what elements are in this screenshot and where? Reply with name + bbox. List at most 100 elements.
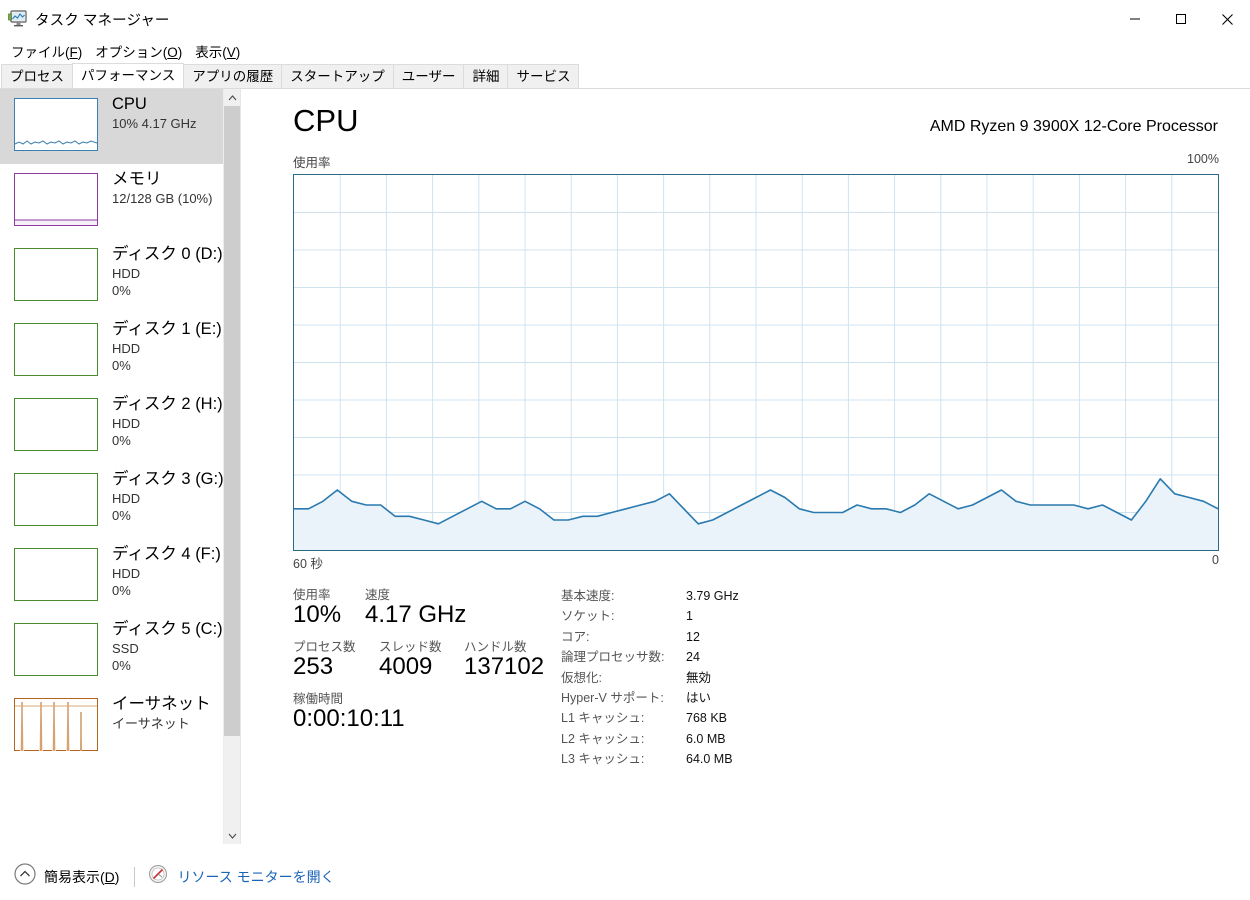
tab-users[interactable]: ユーザー [392,64,465,88]
fewer-details-label: 簡易表示(D) [44,867,119,887]
sidebar-disk-3-line1: HDD [112,490,141,506]
sidebar-item-disk-1[interactable]: ディスク 1 (E:) HDD 0% [0,314,240,389]
menu-view-post: ) [235,45,241,60]
sidebar-item-disk-2[interactable]: ディスク 2 (H:) HDD 0% [0,389,240,464]
sidebar-item-disk-4[interactable]: ディスク 4 (F:) HDD 0% [0,539,240,614]
tab-app-history[interactable]: アプリの履歴 [183,64,283,88]
memory-mini-graph [14,173,98,226]
detail-base-speed-key: 基本速度: [561,589,615,603]
tab-details[interactable]: 詳細 [463,64,509,88]
resource-sidebar: CPU 10% 4.17 GHz メモリ 12/128 GB (10%) ディス… [0,89,241,844]
open-resource-monitor-link[interactable]: リソース モニターを開く [148,864,335,889]
detail-logical-processors-key: 論理プロセッサ数: [561,650,665,665]
stat-row-3: 稼働時間 0:00:10:11 [293,688,561,733]
chart-time-start: 60 秒 [293,557,323,571]
sidebar-scrollbar[interactable] [223,89,240,844]
scrollbar-thumb[interactable] [224,106,240,736]
sidebar-disk-0-name: ディスク 0 (D:) [112,245,223,263]
footer-bar: 簡易表示(D) リソース モニターを開く [0,852,1250,900]
sidebar-disk-2-text: ディスク 2 (H:) HDD 0% [112,395,223,448]
minimize-button[interactable] [1112,0,1158,38]
menu-view-pre: 表示( [195,45,227,60]
fewer-details-key: D [104,868,115,885]
maximize-button[interactable] [1158,0,1204,38]
cpu-chart-svg [294,175,1218,550]
tab-startup[interactable]: スタートアップ [281,64,394,88]
detail-l1-cache-key: L1 キャッシュ: [561,711,645,726]
chart-axis-labels: 使用率 100% [241,152,1250,171]
resource-monitor-label: リソース モニターを開く [177,868,335,885]
sidebar-item-disk-0[interactable]: ディスク 0 (D:) HDD 0% [0,239,240,314]
tab-services[interactable]: サービス [507,64,580,88]
fewer-details-pre: 簡易表示( [44,868,105,885]
sidebar-memory-name: メモリ [112,170,162,188]
sidebar-item-memory[interactable]: メモリ 12/128 GB (10%) [0,164,240,239]
window-controls [1112,0,1250,38]
sidebar-item-disk-5[interactable]: ディスク 5 (C:) SSD 0% [0,614,240,689]
ethernet-mini-graph [14,698,98,751]
sidebar-disk-4-line1: HDD [112,565,141,581]
scroll-down-arrow-icon[interactable] [224,827,240,844]
resource-monitor-icon [148,864,168,889]
detail-cores-key: コア: [561,629,590,644]
detail-row-l3-cache: L3 キャッシュ: 64.0 MB [561,749,1250,769]
menu-options-pre: オプション( [95,45,168,60]
stat-row-1: 使用率 10% 速度 4.17 GHz [293,584,561,629]
stat-processes: プロセス数 253 [293,636,371,681]
sidebar-ethernet-name: イーサネット [112,695,211,713]
stat-uptime-value: 0:00:10:11 [293,704,405,732]
sidebar-cpu-name: CPU [112,95,147,113]
detail-l2-cache-key: L2 キャッシュ: [561,731,645,746]
sidebar-disk-2-line2: 0% [112,432,131,448]
detail-virtualization-key: 仮想化: [561,670,602,685]
footer-separator [134,866,136,887]
fewer-details-button[interactable]: 簡易表示(D) [14,863,119,890]
cpu-mini-graph [14,98,98,151]
menu-bar: ファイル(F) オプション(O) 表示(V) [0,38,1250,64]
tab-processes[interactable]: プロセス [1,64,73,88]
chevron-up-circle-icon [14,863,36,890]
sidebar-disk-2-name: ディスク 2 (H:) [112,395,223,413]
sidebar-cpu-line1: 10% 4.17 GHz [112,115,197,131]
sidebar-disk-4-line2: 0% [112,582,131,598]
sidebar-memory-text: メモリ 12/128 GB (10%) [112,170,213,206]
stat-threads-value: 4009 [379,652,433,680]
cpu-utilization-chart [293,174,1219,551]
disk-4-mini-graph [14,548,98,601]
stat-handles: ハンドル数 137102 [464,636,544,681]
stat-processes-value: 253 [293,652,334,680]
disk-0-mini-graph [14,248,98,301]
menu-item-view[interactable]: 表示(V) [191,39,249,63]
stat-utilization: 使用率 10% [293,584,357,629]
stat-speed: 速度 4.17 GHz [365,584,466,629]
cpu-detail-pane: CPU AMD Ryzen 9 3900X 12-Core Processor … [241,89,1250,844]
sidebar-memory-line1: 12/128 GB (10%) [112,190,213,206]
sidebar-disk-4-name: ディスク 4 (F:) [112,545,221,563]
chart-time-axis: 60 秒 0 [241,551,1250,572]
sidebar-item-ethernet[interactable]: イーサネット イーサネット [0,689,240,764]
detail-row-base-speed: 基本速度: 3.79 GHz [561,586,1250,606]
sidebar-item-cpu[interactable]: CPU 10% 4.17 GHz [0,89,240,164]
stat-handles-value: 137102 [464,652,545,680]
sidebar-disk-5-text: ディスク 5 (C:) SSD 0% [112,620,223,673]
sidebar-disk-1-line2: 0% [112,357,131,373]
scroll-up-arrow-icon[interactable] [224,89,240,106]
sidebar-disk-2-line1: HDD [112,415,141,431]
tab-performance[interactable]: パフォーマンス [72,63,185,88]
sidebar-disk-0-text: ディスク 0 (D:) HDD 0% [112,245,223,298]
menu-item-options[interactable]: オプション(O) [91,39,191,63]
disk-2-mini-graph [14,398,98,451]
taskmanager-icon [8,10,28,28]
stat-row-2: プロセス数 253 スレッド数 4009 ハンドル数 137102 [293,636,561,681]
detail-row-l2-cache: L2 キャッシュ: 6.0 MB [561,729,1250,749]
menu-options-post: ) [177,45,183,60]
menu-item-file[interactable]: ファイル(F) [7,39,91,63]
sidebar-item-disk-3[interactable]: ディスク 3 (G:) HDD 0% [0,464,240,539]
close-button[interactable] [1204,0,1250,38]
disk-3-mini-graph [14,473,98,526]
chart-y-label: 使用率 [293,156,331,170]
detail-logical-processors-value: 24 [686,650,700,665]
sidebar-disk-0-line2: 0% [112,282,131,298]
sidebar-disk-1-text: ディスク 1 (E:) HDD 0% [112,320,222,373]
sidebar-cpu-text: CPU 10% 4.17 GHz [112,95,197,131]
